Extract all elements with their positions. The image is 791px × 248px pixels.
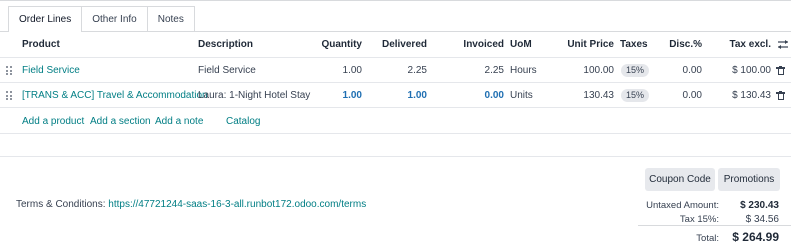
tax-value: $ 34.56 [745, 214, 779, 225]
line-quantity[interactable]: 1.00 [343, 65, 362, 76]
line-subtotal: $ 100.00 [732, 65, 771, 76]
line-delivered[interactable]: 2.25 [408, 65, 427, 76]
section-divider [0, 156, 791, 157]
line-description[interactable]: Field Service [198, 65, 256, 76]
col-disc[interactable]: Disc.% [669, 39, 702, 50]
optional-columns-icon[interactable] [778, 40, 788, 49]
terms-url-link[interactable]: https://47721244-saas-16-3-all.runbot172… [108, 199, 366, 210]
col-uom[interactable]: UoM [510, 39, 532, 50]
line-invoiced: 2.25 [484, 65, 504, 76]
col-tax-excl[interactable]: Tax excl. [729, 39, 771, 50]
untaxed-amount-value: $ 230.43 [740, 200, 779, 211]
line-disc[interactable]: 0.00 [683, 65, 702, 76]
line-invoiced: 0.00 [484, 90, 504, 101]
tax-badge[interactable]: 15% [621, 64, 650, 77]
coupon-code-button[interactable]: Coupon Code [645, 168, 715, 191]
col-unit-price[interactable]: Unit Price [567, 39, 614, 50]
line-subtotal: $ 130.43 [732, 90, 771, 101]
line-delivered[interactable]: 1.00 [408, 90, 427, 101]
top-border [0, 0, 791, 1]
untaxed-amount-label: Untaxed Amount: [646, 200, 719, 211]
terms-conditions: Terms & Conditions: https://47721244-saa… [16, 199, 366, 210]
row-divider [0, 82, 791, 83]
col-product[interactable]: Product [22, 39, 60, 50]
tab-notes[interactable]: Notes [147, 6, 195, 32]
total-label: Total: [696, 233, 719, 244]
terms-label: Terms & Conditions: [16, 199, 106, 210]
trash-icon[interactable] [776, 66, 785, 75]
line-uom[interactable]: Hours [510, 65, 537, 76]
line-product[interactable]: Field Service [22, 65, 80, 76]
notebook-tabs: Order Lines Other Info Notes [8, 6, 195, 32]
table-bottom-divider [0, 133, 791, 134]
add-note-link[interactable]: Add a note [155, 116, 203, 127]
tabs-divider [0, 31, 791, 32]
line-quantity[interactable]: 1.00 [343, 90, 362, 101]
line-product[interactable]: [TRANS & ACC] Travel & Accommodation [22, 90, 208, 101]
line-disc[interactable]: 0.00 [683, 90, 702, 101]
catalog-link[interactable]: Catalog [226, 116, 260, 127]
col-invoiced[interactable]: Invoiced [463, 39, 504, 50]
line-description[interactable]: Laura: 1-Night Hotel Stay [198, 90, 310, 101]
line-unit-price[interactable]: 100.00 [583, 65, 614, 76]
add-product-link[interactable]: Add a product [22, 116, 84, 127]
col-taxes[interactable]: Taxes [620, 39, 648, 50]
header-divider [0, 57, 791, 58]
add-section-link[interactable]: Add a section [90, 116, 151, 127]
tab-order-lines[interactable]: Order Lines [8, 6, 83, 32]
col-description[interactable]: Description [198, 39, 253, 50]
promotions-button[interactable]: Promotions [718, 168, 780, 191]
totals-divider [638, 225, 791, 226]
tax-label: Tax 15%: [679, 214, 719, 225]
col-quantity[interactable]: Quantity [321, 39, 362, 50]
drag-handle-icon[interactable] [6, 66, 12, 75]
tax-badge[interactable]: 15% [621, 89, 650, 102]
trash-icon[interactable] [776, 91, 785, 100]
total-value: $ 264.99 [732, 230, 779, 244]
line-unit-price[interactable]: 130.43 [583, 90, 614, 101]
tab-other-info[interactable]: Other Info [82, 6, 148, 32]
drag-handle-icon[interactable] [6, 91, 12, 100]
row-divider [0, 107, 791, 108]
col-delivered[interactable]: Delivered [382, 39, 427, 50]
line-uom[interactable]: Units [510, 90, 533, 101]
